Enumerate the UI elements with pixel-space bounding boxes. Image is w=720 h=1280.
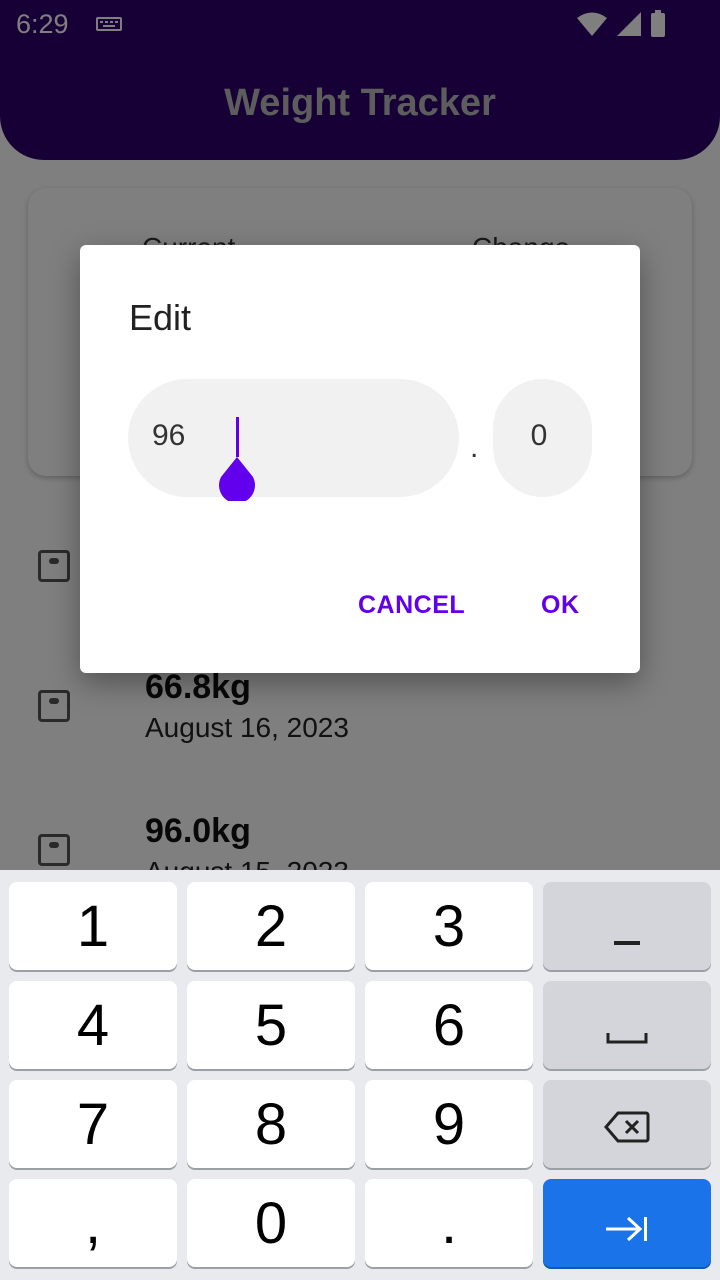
key-3[interactable]: 3: [365, 882, 533, 970]
key-0[interactable]: 0: [187, 1179, 355, 1267]
tab-arrow-icon: [604, 1190, 650, 1257]
key-2[interactable]: 2: [187, 882, 355, 970]
next-key[interactable]: [543, 1179, 711, 1267]
backspace-key[interactable]: [543, 1080, 711, 1168]
space-icon: [605, 992, 649, 1059]
key-period[interactable]: .: [365, 1179, 533, 1267]
key-7[interactable]: 7: [9, 1080, 177, 1168]
text-cursor: [236, 417, 239, 457]
key-1[interactable]: 1: [9, 882, 177, 970]
weight-decimal-value: 0: [530, 419, 548, 452]
key-6[interactable]: 6: [365, 981, 533, 1069]
numeric-keyboard: 1 2 3 4 5 6 7 8 9 , 0 .: [0, 870, 720, 1280]
weight-integer-input[interactable]: 96: [128, 379, 459, 504]
cancel-button[interactable]: CANCEL: [358, 591, 465, 620]
backspace-icon: [604, 1091, 650, 1158]
edit-dialog: Edit 96 . 0 CANCEL OK: [80, 245, 640, 673]
minus-key[interactable]: [543, 882, 711, 970]
dialog-title: Edit: [129, 297, 192, 338]
key-5[interactable]: 5: [187, 981, 355, 1069]
key-comma[interactable]: ,: [9, 1179, 177, 1267]
key-8[interactable]: 8: [187, 1080, 355, 1168]
minus-icon: [612, 893, 642, 960]
key-4[interactable]: 4: [9, 981, 177, 1069]
weight-decimal-input[interactable]: 0: [493, 379, 592, 497]
ok-button[interactable]: OK: [541, 591, 580, 620]
cursor-handle-icon[interactable]: [215, 457, 259, 504]
key-9[interactable]: 9: [365, 1080, 533, 1168]
decimal-separator: .: [470, 431, 479, 464]
space-key[interactable]: [543, 981, 711, 1069]
weight-integer-value: 96: [152, 419, 186, 452]
